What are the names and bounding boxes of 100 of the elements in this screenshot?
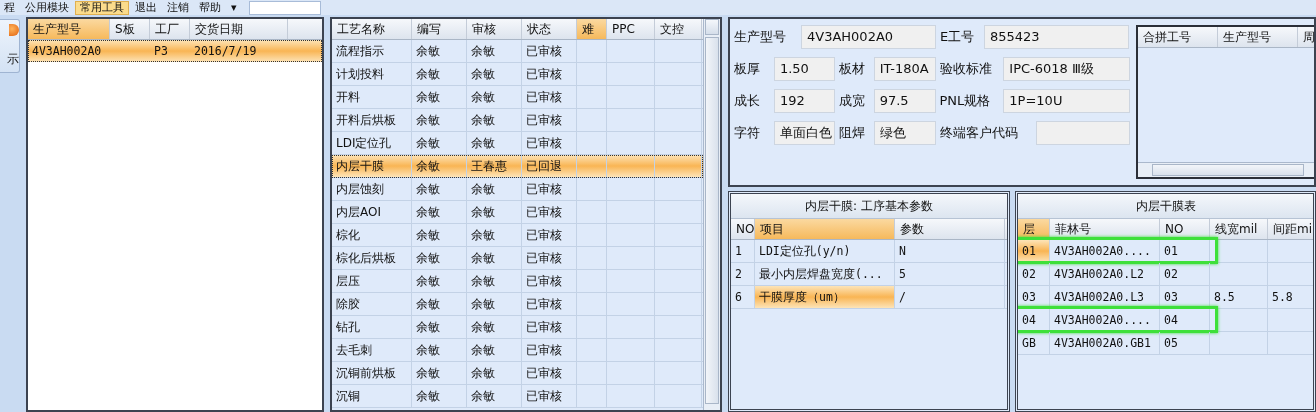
table-cell: 02 <box>1160 263 1210 285</box>
table-cell: 棕化 <box>332 224 412 246</box>
column-header[interactable]: 文控 <box>655 19 702 39</box>
field-label: 板厚 <box>734 60 761 78</box>
table-cell: 已审核 <box>522 178 577 200</box>
table-row[interactable]: 内层AOI 余敏 余敏 已审核 <box>332 201 704 224</box>
column-header[interactable]: 线宽mil <box>1210 219 1268 239</box>
table-cell: LDI定位孔(y/n) <box>755 240 895 262</box>
table-cell: 已审核 <box>522 339 577 361</box>
table-row[interactable]: 去毛刺 余敏 余敏 已审核 <box>332 339 704 362</box>
table-cell: 余敏 <box>412 40 467 62</box>
column-header[interactable]: 参数 <box>895 219 1005 239</box>
column-header[interactable]: 编写 <box>412 19 467 39</box>
table-cell: 4V3AH002A0.L3 <box>1050 286 1160 308</box>
table-cell: 内层蚀刻 <box>332 178 412 200</box>
table-cell: 余敏 <box>412 132 467 154</box>
input-field[interactable]: 192 <box>773 89 835 113</box>
input-field[interactable]: 1.50 <box>773 57 835 81</box>
table-row[interactable]: 内层蚀刻 余敏 余敏 已审核 <box>332 178 704 201</box>
column-header[interactable]: 难 <box>577 19 607 39</box>
table-row[interactable]: 沉铜前烘板 余敏 余敏 已审核 <box>332 362 704 385</box>
table-row[interactable]: 钻孔 余敏 余敏 已审核 <box>332 316 704 339</box>
menu-item[interactable]: 程 <box>0 0 19 15</box>
table-cell: 5.8 <box>1268 286 1313 308</box>
table-row[interactable]: 沉铜 余敏 余敏 已审核 <box>332 385 704 408</box>
input-field[interactable]: 855423 <box>984 25 1129 49</box>
table-row[interactable]: 内层干膜 余敏 王春惠 已回退 <box>332 155 704 178</box>
table-row[interactable]: 棕化后烘板 余敏 余敏 已审核 <box>332 247 704 270</box>
column-header[interactable]: 项目 <box>755 219 895 239</box>
input-field[interactable]: 绿色 <box>873 121 936 145</box>
table-cell: 内层干膜 <box>332 155 412 177</box>
column-header[interactable]: 工艺名称 <box>332 19 412 39</box>
table-row[interactable]: 开料后烘板 余敏 余敏 已审核 <box>332 109 704 132</box>
column-header[interactable]: S板 <box>110 19 150 39</box>
table-cell: 4V3AH002A0.GB1 <box>1050 332 1160 354</box>
table-row[interactable]: 4V3AH002A0 P3 2016/7/19 <box>28 40 322 62</box>
side-button[interactable]: 示 <box>0 19 20 73</box>
table-cell: 余敏 <box>412 224 467 246</box>
input-field[interactable]: 1P=10U <box>1003 89 1130 113</box>
table-cell: 余敏 <box>467 63 522 85</box>
column-header[interactable]: PPC <box>607 19 655 39</box>
table-cell: 余敏 <box>467 247 522 269</box>
table-cell: 沉铜前烘板 <box>332 362 412 384</box>
column-header[interactable]: 交货日期 <box>190 19 288 39</box>
table-cell: 除胶 <box>332 293 412 315</box>
table-row[interactable]: 棕化 余敏 余敏 已审核 <box>332 224 704 247</box>
table-cell: 王春惠 <box>467 155 522 177</box>
table-cell: 已审核 <box>522 270 577 292</box>
input-field[interactable]: 单面白色 <box>773 121 835 145</box>
column-header[interactable]: 周 <box>1298 27 1314 47</box>
table-cell: 已审核 <box>522 362 577 384</box>
toolbar-dropdown[interactable] <box>248 0 321 15</box>
table-cell: 余敏 <box>467 40 522 62</box>
table-cell: 余敏 <box>467 201 522 223</box>
table-cell: 余敏 <box>467 316 522 338</box>
table-title: 内层干膜表 <box>1018 194 1313 219</box>
scrollbar[interactable] <box>1138 162 1314 177</box>
column-header[interactable]: NO <box>1160 219 1210 239</box>
scroll-up-icon[interactable] <box>705 19 719 35</box>
table-cell: 已审核 <box>522 86 577 108</box>
field-label: E工号 <box>940 28 976 46</box>
table-cell: 2 <box>731 263 755 285</box>
table-cell: 已审核 <box>522 63 577 85</box>
scroll-thumb[interactable] <box>705 37 719 404</box>
menu-item[interactable]: 常用工具 <box>75 0 129 15</box>
table-cell: 4V3AH002A0.... <box>1050 240 1160 262</box>
table-row[interactable]: 层压 余敏 余敏 已审核 <box>332 270 704 293</box>
input-field[interactable]: 97.5 <box>873 89 936 113</box>
scrollbar[interactable] <box>703 19 720 410</box>
table-cell: 钻孔 <box>332 316 412 338</box>
column-header[interactable]: 合拼工号 <box>1138 27 1218 47</box>
input-field[interactable]: 4V3AH002A0 <box>801 25 936 49</box>
menu-item[interactable]: 注销 <box>163 0 193 15</box>
menu-overflow[interactable]: ▾ <box>227 0 241 15</box>
table-cell: LDI定位孔 <box>332 132 412 154</box>
table-cell: 层压 <box>332 270 412 292</box>
column-header[interactable]: 菲林号 <box>1050 219 1160 239</box>
table-cell: 02 <box>1018 263 1050 285</box>
table-row[interactable]: 流程指示 余敏 余敏 已审核 <box>332 40 704 63</box>
table-cell: 04 <box>1018 309 1050 331</box>
input-field[interactable]: IPC-6018 Ⅲ级 <box>1003 57 1130 81</box>
column-header[interactable]: 工厂 <box>150 19 190 39</box>
input-field[interactable]: IT-180A <box>873 57 936 81</box>
menu-item[interactable]: 公用模块 <box>21 0 73 15</box>
menu-item[interactable]: 帮助 <box>195 0 225 15</box>
column-header[interactable]: 生产型号 <box>1218 27 1298 47</box>
table-cell-text: P3 <box>153 43 169 60</box>
scroll-thumb[interactable] <box>1152 164 1304 176</box>
column-header[interactable]: 间距mi <box>1268 219 1313 239</box>
table-cell: 01 <box>1160 240 1210 262</box>
column-header[interactable]: 审核 <box>467 19 522 39</box>
table-row[interactable]: 计划投料 余敏 余敏 已审核 <box>332 63 704 86</box>
table-cell: 余敏 <box>412 63 467 85</box>
table-cell: 计划投料 <box>332 63 412 85</box>
column-header[interactable]: 生产型号 <box>28 19 110 39</box>
table-row[interactable]: 除胶 余敏 余敏 已审核 <box>332 293 704 316</box>
menu-item[interactable]: 退出 <box>131 0 161 15</box>
table-row[interactable]: 开料 余敏 余敏 已审核 <box>332 86 704 109</box>
column-header[interactable]: 层 <box>1018 219 1050 239</box>
input-field[interactable] <box>1036 121 1130 145</box>
